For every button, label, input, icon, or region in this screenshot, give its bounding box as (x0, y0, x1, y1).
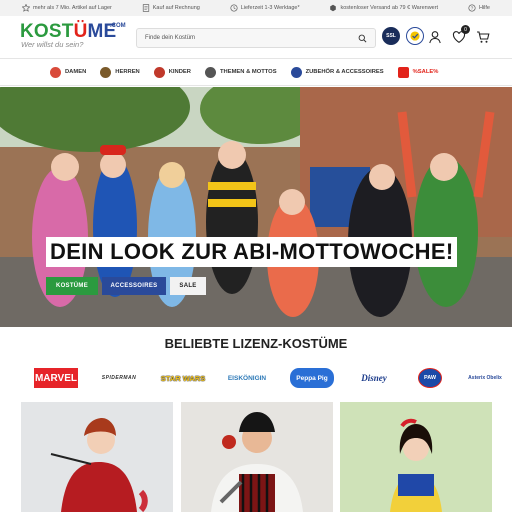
product-card-snowwhite[interactable] (340, 402, 492, 512)
logo-domain: .COM (110, 23, 126, 29)
info-invoice[interactable]: Kauf auf Rechnung (142, 4, 200, 12)
wishlist-count: 0 (461, 25, 470, 34)
product-image (21, 402, 173, 512)
nav-item-kinder[interactable]: KINDER (153, 66, 191, 78)
search-placeholder: Finde dein Kostüm (145, 35, 196, 41)
info-delivery: Lieferzeit 1-3 Werktage* (230, 4, 300, 12)
hero-button-sale[interactable]: SALE (170, 277, 206, 295)
cart-icon[interactable] (476, 30, 490, 44)
search-icon[interactable] (358, 34, 367, 43)
hero-button-kostueme[interactable]: KOSTÜME (46, 277, 98, 295)
nav-item-themen[interactable]: THEMEN & MOTTOS (204, 66, 277, 78)
product-card-pirate[interactable] (181, 402, 333, 512)
header-icons: 0 (428, 25, 490, 44)
svg-text:?: ? (471, 6, 474, 12)
header: KOSTÜME .COM Wer willst du sein? Finde d… (0, 16, 512, 58)
trusted-shops-icon[interactable] (406, 27, 424, 45)
brand-pawpatrol-logo[interactable]: PAW (418, 368, 442, 388)
info-shipping-text: kostenloser Versand ab 79 € Warenwert (340, 5, 439, 11)
star-icon (22, 4, 30, 12)
help-text: Hilfe (478, 5, 490, 11)
herren-icon (100, 66, 112, 78)
nav-item-zubehoer[interactable]: ZUBEHÖR & ACCESSOIRES (290, 66, 384, 78)
wishlist-button[interactable]: 0 (452, 25, 470, 44)
zubehoer-icon (290, 66, 302, 78)
themen-icon (204, 66, 216, 78)
hero-button-accessoires[interactable]: ACCESSOIRES (102, 277, 166, 295)
brand-marvel-logo[interactable]: MARVEL (34, 368, 78, 388)
brand-disney-logo[interactable]: Disney (352, 368, 396, 388)
info-shipping: kostenloser Versand ab 79 € Warenwert (329, 4, 438, 12)
brand-eiskoenigin-logo[interactable]: EISKÖNIGIN (224, 368, 270, 388)
product-card-flapper[interactable] (21, 402, 173, 512)
info-invoice-text: Kauf auf Rechnung (152, 5, 200, 11)
trust-badges: SSL (382, 27, 424, 45)
ssl-badge-icon: SSL (382, 27, 400, 45)
nav-item-damen[interactable]: DAMEN (50, 66, 86, 78)
search-input[interactable]: Finde dein Kostüm (136, 28, 376, 48)
brand-peppapig-logo[interactable]: Peppa Pig (290, 368, 334, 388)
nav-item-herren[interactable]: HERREN (100, 66, 140, 78)
damen-icon (50, 66, 61, 78)
truck-icon (330, 4, 337, 12)
brand-starwars-logo[interactable]: STAR WARS (161, 368, 205, 388)
info-stock: mehr als 7 Mio. Artikel auf Lager (22, 4, 112, 12)
help-link[interactable]: ? Hilfe (468, 4, 490, 12)
brand-asterix-logo[interactable]: Asterix Obelix (464, 368, 506, 388)
help-icon: ? (468, 4, 476, 12)
product-image (181, 402, 333, 512)
sale-icon (397, 66, 409, 78)
nav-item-sale[interactable]: %SALE% (397, 66, 438, 78)
kinder-icon (153, 66, 165, 78)
invoice-icon (142, 4, 149, 12)
hero-title: DEIN LOOK ZUR ABI-MOTTOWOCHE! (46, 237, 458, 267)
info-stock-text: mehr als 7 Mio. Artikel auf Lager (33, 5, 112, 11)
brand-carousel: MARVEL SPIDERMAN STAR WARS EISKÖNIGIN Pe… (0, 364, 512, 392)
site-logo[interactable]: KOSTÜME .COM Wer willst du sein? (20, 19, 130, 55)
account-icon[interactable] (428, 30, 442, 44)
brand-spiderman-logo[interactable]: SPIDERMAN (96, 368, 142, 388)
main-nav: DAMEN HERREN KINDER THEMEN & MOTTOS ZUBE… (0, 58, 512, 86)
logo-tagline: Wer willst du sein? (21, 40, 84, 49)
top-info-bar: mehr als 7 Mio. Artikel auf Lager Kauf a… (0, 0, 512, 16)
brands-heading: BELIEBTE LIZENZ-KOSTÜME (164, 336, 348, 351)
info-delivery-text: Lieferzeit 1-3 Werktage* (240, 5, 300, 11)
product-image (340, 402, 492, 512)
clock-icon (230, 4, 238, 12)
